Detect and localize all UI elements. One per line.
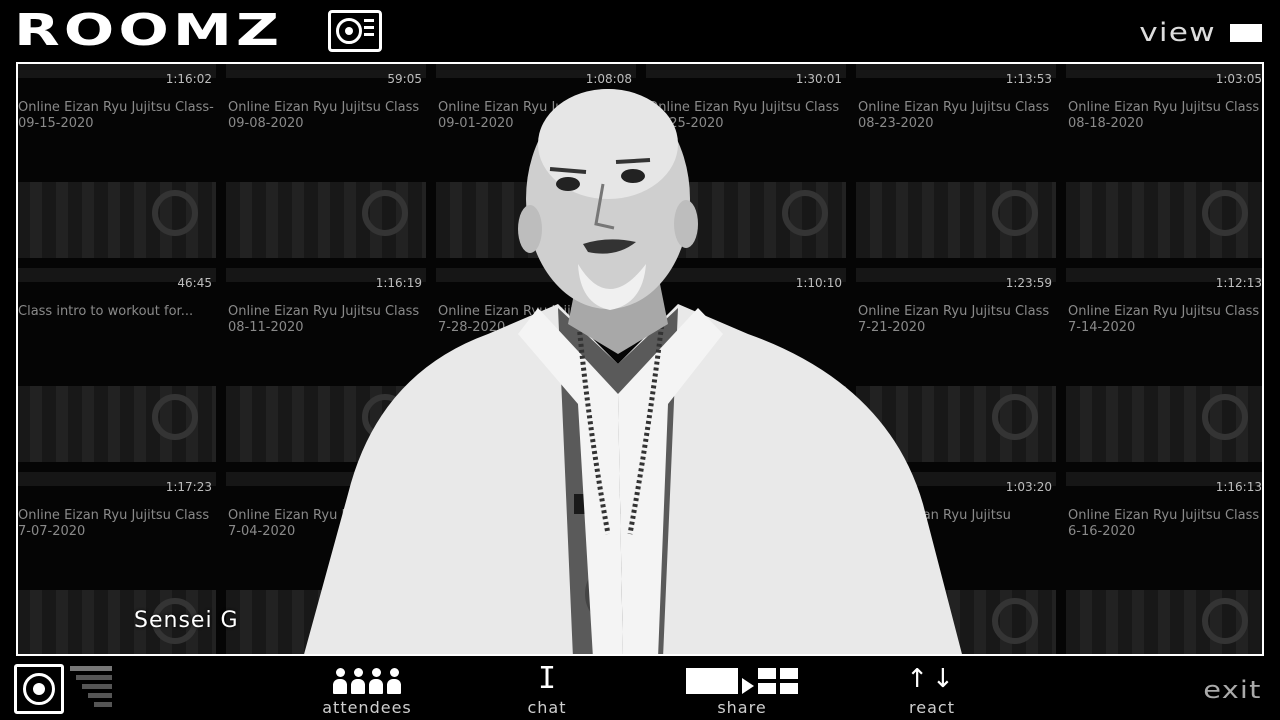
video-tile: 1:30:01 Online Eizan Ryu Jujitsu Class 08… bbox=[642, 64, 852, 268]
attendees-label: attendees bbox=[322, 698, 412, 717]
self-camera-icon[interactable] bbox=[14, 664, 64, 714]
video-tile: Online Eizan Ryu Jujitsu Class 7-28-2020 bbox=[432, 268, 642, 472]
video-duration: 1:30:01 bbox=[795, 72, 842, 86]
video-tile: 1:10:10 bbox=[642, 268, 852, 472]
share-label: share bbox=[717, 698, 767, 717]
video-duration: 1:16:19 bbox=[375, 276, 422, 290]
chat-label: chat bbox=[527, 698, 567, 717]
video-duration: 46:45 bbox=[177, 276, 212, 290]
video-thumbnail-grid: 1:16:02 Online Eizan Ryu Jujitsu Class-09… bbox=[18, 64, 1262, 654]
video-tile: Online Eizan Ryu Jujitsu Class 7-04-2020 bbox=[222, 472, 432, 654]
turntable-icon bbox=[328, 10, 382, 52]
app-name: ROOMZ bbox=[14, 5, 284, 56]
video-title: Online Eizan Ryu Jujitsu Class 08-11-202… bbox=[228, 304, 420, 335]
video-title: Class intro to workout for... bbox=[18, 304, 194, 319]
video-title: Online Eizan Ryu Jujitsu Class 09-01-202… bbox=[438, 100, 630, 131]
video-duration: 1:08:08 bbox=[585, 72, 632, 86]
video-duration: 1:16:13 bbox=[1215, 480, 1262, 494]
video-duration: 1:10:10 bbox=[795, 276, 842, 290]
main-video: 1:16:02 Online Eizan Ryu Jujitsu Class-09… bbox=[16, 62, 1264, 656]
share-screen-icon bbox=[680, 664, 804, 694]
video-tile bbox=[642, 472, 852, 654]
video-duration: 1:13:53 bbox=[1005, 72, 1052, 86]
chat-button[interactable]: I chat bbox=[518, 661, 576, 718]
audio-level-icon bbox=[70, 666, 112, 711]
view-square-icon bbox=[1230, 24, 1262, 42]
video-tile: 1:08:08 Online Eizan Ryu Jujitsu Class 09… bbox=[432, 64, 642, 268]
video-title: Online Eizan Ryu Jujitsu Class 08-23-202… bbox=[858, 100, 1050, 131]
attendees-button[interactable]: attendees bbox=[318, 664, 416, 717]
video-title: Online Eizan Ryu Jujitsu Class-09-15-202… bbox=[18, 100, 214, 131]
video-tile: 46:45 Class intro to workout for... bbox=[18, 268, 222, 472]
react-button[interactable]: ↑↓ react bbox=[900, 664, 964, 717]
video-title: Online Eizan Ryu Jujitsu bbox=[858, 508, 1011, 523]
share-button[interactable]: share bbox=[680, 664, 804, 717]
video-title: Online Eizan Ryu Jujitsu Class 08-18-202… bbox=[1068, 100, 1260, 131]
text-cursor-icon: I bbox=[537, 661, 557, 696]
video-duration: 1:03:05 bbox=[1215, 72, 1262, 86]
video-tile: 1:16:19 Online Eizan Ryu Jujitsu Class 08… bbox=[222, 268, 432, 472]
video-tile: 1:03:20 Online Eizan Ryu Jujitsu bbox=[852, 472, 1062, 654]
view-button[interactable]: view bbox=[1139, 18, 1262, 48]
app-logo: ROOMZ bbox=[14, 6, 382, 56]
video-title: Online Eizan Ryu Jujitsu Class 09-08-202… bbox=[228, 100, 420, 131]
video-title: Online Eizan Ryu Jujitsu Class 7-07-2020 bbox=[18, 508, 210, 539]
video-tile: 1:12:13 Online Eizan Ryu Jujitsu Class 7-… bbox=[1062, 268, 1262, 472]
video-title: Online Eizan Ryu Jujitsu Class 6-16-2020 bbox=[1068, 508, 1260, 539]
up-down-arrows-icon: ↑↓ bbox=[906, 664, 958, 694]
video-tile: 59:05 Online Eizan Ryu Jujitsu Class 09-0… bbox=[222, 64, 432, 268]
video-duration: 1:17:23 bbox=[165, 480, 212, 494]
video-duration: 1:12:13 bbox=[1215, 276, 1262, 290]
video-duration: 1:16:02 bbox=[165, 72, 212, 86]
people-icon bbox=[318, 664, 416, 694]
video-tile: 1:13:53 Online Eizan Ryu Jujitsu Class 08… bbox=[852, 64, 1062, 268]
video-title: Online Eizan Ryu Jujitsu Class 7-28-2020 bbox=[438, 304, 630, 335]
video-duration: 59:05 bbox=[387, 72, 422, 86]
exit-button[interactable]: exit bbox=[1204, 676, 1262, 704]
video-tile: 1:16:02 Online Eizan Ryu Jujitsu Class-09… bbox=[18, 64, 222, 268]
video-title: Online Eizan Ryu Jujitsu Class 7-04-2020 bbox=[228, 508, 420, 539]
video-tile bbox=[432, 472, 642, 654]
video-tile: 1:23:59 Online Eizan Ryu Jujitsu Class 7-… bbox=[852, 268, 1062, 472]
video-title: Online Eizan Ryu Jujitsu Class 7-21-2020 bbox=[858, 304, 1050, 335]
video-duration: 1:23:59 bbox=[1005, 276, 1052, 290]
react-label: react bbox=[909, 698, 955, 717]
video-title: Online Eizan Ryu Jujitsu Class 08-25-202… bbox=[648, 100, 840, 131]
video-tile: 1:03:05 Online Eizan Ryu Jujitsu Class 08… bbox=[1062, 64, 1262, 268]
speaker-name-label: Sensei G bbox=[134, 608, 239, 633]
video-title: Online Eizan Ryu Jujitsu Class 7-14-2020 bbox=[1068, 304, 1260, 335]
video-tile: 1:16:13 Online Eizan Ryu Jujitsu Class 6-… bbox=[1062, 472, 1262, 654]
view-label: view bbox=[1139, 18, 1216, 48]
video-duration: 1:03:20 bbox=[1005, 480, 1052, 494]
